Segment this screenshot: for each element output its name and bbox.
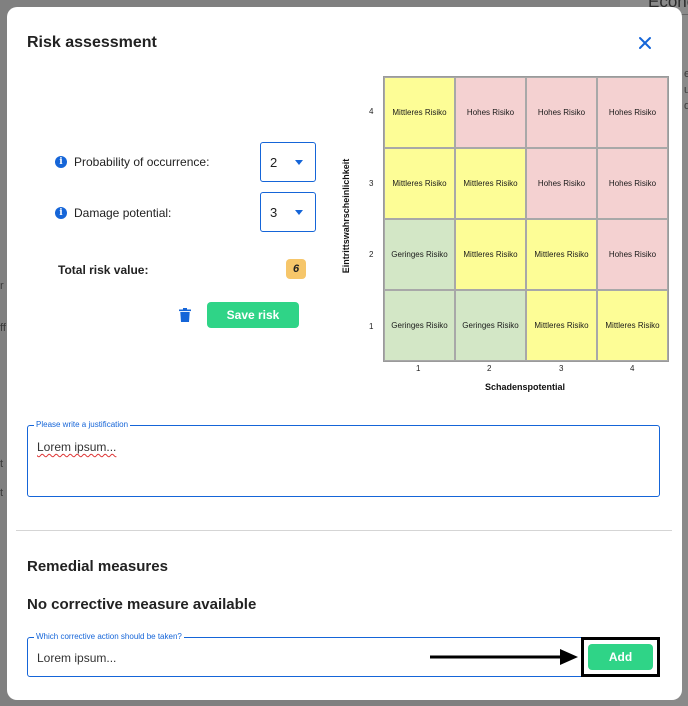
matrix-y-tick: 2 [369,250,374,259]
damage-select[interactable]: 3 [260,192,316,232]
background-fragment: r [0,280,4,292]
caret-down-icon [295,210,303,215]
save-risk-button[interactable]: Save risk [207,302,299,328]
background-fragment: ff [0,322,6,334]
corrective-action-legend: Which corrective action should be taken? [34,632,184,642]
justification-value: Lorem ipsum... [37,440,117,454]
matrix-y-tick: 3 [369,179,374,188]
matrix-x-tick: 4 [630,364,635,373]
matrix-cell: Geringes Risiko [384,290,455,361]
matrix-x-tick: 3 [559,364,564,373]
caret-down-icon [295,160,303,165]
modal-title: Risk assessment [27,34,157,51]
add-button[interactable]: Add [588,644,653,670]
risk-assessment-modal: Risk assessment i Probability of occurre… [7,7,682,700]
matrix-x-tick: 2 [487,364,492,373]
matrix-cell: Mittleres Risiko [455,219,526,290]
background-fragment: d [684,100,688,112]
corrective-action-value: Lorem ipsum... [37,651,117,665]
matrix-y-tick: 4 [369,107,374,116]
matrix-cell: Hohes Risiko [455,77,526,148]
damage-label: Damage potential: [74,206,172,220]
matrix-cell: Mittleres Risiko [384,148,455,219]
no-measure-note: No corrective measure available [27,596,257,613]
info-icon[interactable]: i [55,207,67,219]
matrix-cell: Hohes Risiko [597,148,668,219]
matrix-cell: Mittleres Risiko [526,219,597,290]
matrix-cell: Mittleres Risiko [384,77,455,148]
section-divider [16,530,672,531]
probability-value: 2 [270,154,278,170]
remedial-measures-title: Remedial measures [27,558,168,575]
probability-row: i Probability of occurrence: [55,155,209,169]
matrix-cell: Mittleres Risiko [597,290,668,361]
justification-legend: Please write a justification [34,420,131,430]
trash-icon[interactable] [179,308,191,322]
matrix-x-tick: 1 [416,364,421,373]
matrix-cell: Hohes Risiko [526,148,597,219]
background-fragment: er [684,68,688,80]
total-risk-badge: 6 [286,259,306,279]
close-button[interactable] [635,33,655,53]
matrix-cell: Geringes Risiko [384,219,455,290]
damage-row: i Damage potential: [55,206,171,220]
matrix-cell: Hohes Risiko [597,219,668,290]
matrix-y-tick: 1 [369,322,374,331]
matrix-cell: Hohes Risiko [526,77,597,148]
close-icon [639,37,651,49]
matrix-cell: Mittleres Risiko [455,148,526,219]
arrow-right-icon [430,649,578,665]
damage-value: 3 [270,204,278,220]
matrix-cell: Geringes Risiko [455,290,526,361]
probability-label: Probability of occurrence: [74,155,210,169]
matrix-cell: Mittleres Risiko [526,290,597,361]
background-fragment: t [0,487,4,499]
background-fragment: t [0,458,4,470]
matrix-x-axis-label: Schadenspotential [485,382,566,392]
background-fragment: ul [684,84,688,96]
justification-field[interactable]: Please write a justification Lorem ipsum… [27,420,660,497]
matrix-y-axis-label: Eintrittswahrscheinlichkeit [341,158,351,274]
matrix-cell: Hohes Risiko [597,77,668,148]
risk-matrix: Mittleres Risiko Hohes Risiko Hohes Risi… [383,76,669,362]
probability-select[interactable]: 2 [260,142,316,182]
info-icon[interactable]: i [55,156,67,168]
total-risk-label: Total risk value: [58,263,149,277]
